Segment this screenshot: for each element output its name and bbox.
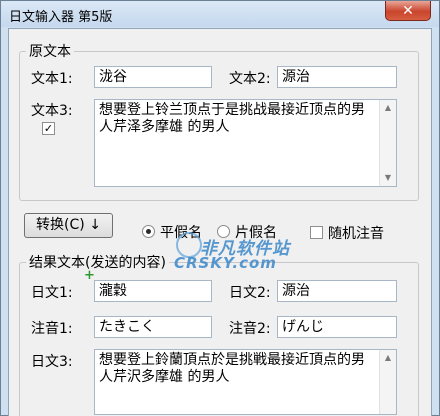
text3-label: 文本3:: [31, 103, 73, 119]
source-group-legend: 原文本: [29, 44, 71, 60]
jp3-textarea[interactable]: 想要登上鈴蘭頂点於是挑戦最接近頂点的男人芹沢多摩雄 的男人 ▲: [94, 349, 397, 415]
title-bar[interactable]: 日文输入器 第5版 ✕: [1, 1, 439, 27]
text1-label: 文本1:: [31, 71, 73, 87]
app-window: 日文输入器 第5版 ✕ 原文本 文本1: 泷谷 文本2: 源治 文本3: ✓ 想…: [0, 0, 440, 416]
watermark-line2: CRSKY.com: [174, 254, 277, 272]
jp2-label: 日文2:: [229, 285, 271, 301]
close-button[interactable]: ✕: [385, 1, 431, 21]
checkmark-icon: ✓: [43, 122, 54, 135]
scroll-up-icon[interactable]: ▲: [380, 350, 396, 366]
close-icon: ✕: [402, 2, 414, 19]
random-checkbox[interactable]: [310, 226, 323, 239]
note2-input[interactable]: げんじ: [277, 316, 397, 338]
hiragana-radio[interactable]: [142, 225, 155, 238]
window-title: 日文输入器 第5版: [9, 10, 113, 25]
convert-button[interactable]: 转换(C) ↓: [24, 213, 113, 238]
note1-input[interactable]: たきこく: [94, 316, 212, 338]
text3-checkbox[interactable]: ✓: [42, 122, 55, 135]
main-panel: 原文本 文本1: 泷谷 文本2: 源治 文本3: ✓ 想要登上铃兰顶点于是挑战最…: [8, 28, 432, 416]
text3-scrollbar[interactable]: ▲ ▼: [379, 100, 396, 186]
text3-textarea[interactable]: 想要登上铃兰顶点于是挑战最接近顶点的男人芹泽多摩雄 的男人 ▲ ▼: [94, 99, 397, 187]
jp3-value: 想要登上鈴蘭頂点於是挑戦最接近頂点的男人芹沢多摩雄 的男人: [99, 352, 365, 385]
watermark-logo: 非凡软件站 CRSKY.com: [174, 232, 289, 278]
random-label: 随机注音: [328, 226, 384, 242]
scroll-up-icon[interactable]: ▲: [380, 100, 396, 116]
scroll-down-icon[interactable]: ▼: [380, 170, 396, 186]
note1-label: 注音1:: [31, 321, 73, 337]
text1-input[interactable]: 泷谷: [94, 66, 212, 88]
text3-value: 想要登上铃兰顶点于是挑战最接近顶点的男人芹泽多摩雄 的男人: [99, 102, 365, 135]
jp3-scrollbar[interactable]: ▲: [379, 350, 396, 414]
text2-label: 文本2:: [229, 71, 271, 87]
jp2-input[interactable]: 源治: [277, 280, 397, 302]
result-group-legend: 结果文本(发送的内容): [29, 255, 166, 271]
text2-input[interactable]: 源治: [277, 66, 397, 88]
jp3-label: 日文3:: [31, 354, 73, 370]
jp1-label: 日文1:: [31, 285, 73, 301]
jp1-input[interactable]: 瀧穀: [94, 280, 212, 302]
note2-label: 注音2:: [229, 321, 271, 337]
